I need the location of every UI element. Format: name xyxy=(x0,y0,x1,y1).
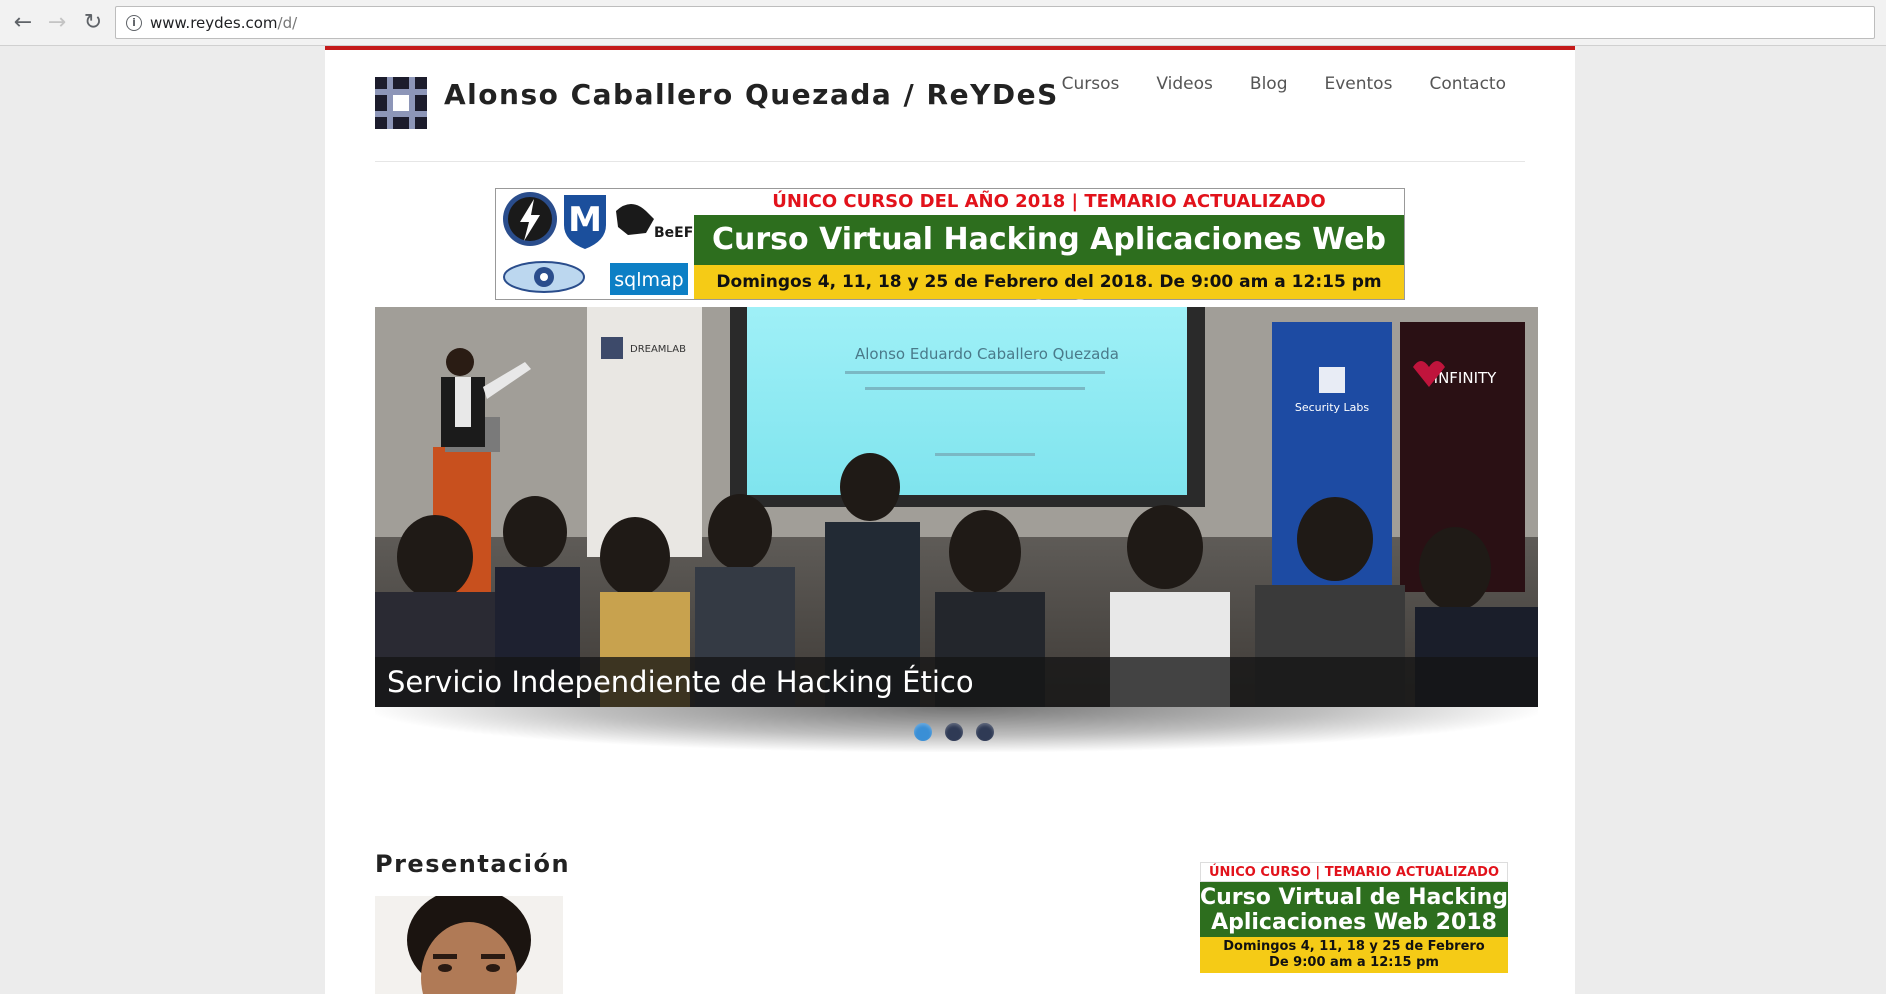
back-arrow-icon[interactable]: ← xyxy=(10,10,36,36)
reload-icon[interactable]: ↻ xyxy=(80,10,106,36)
menu-item-eventos[interactable]: Eventos xyxy=(1324,74,1392,94)
section-heading: Presentación xyxy=(375,850,571,878)
slider-pagination xyxy=(914,723,994,741)
main-menu: Cursos Videos Blog Eventos Contacto xyxy=(1062,74,1506,94)
menu-item-videos[interactable]: Videos xyxy=(1156,74,1213,94)
forward-arrow-icon[interactable]: → xyxy=(44,10,70,36)
hero-slider[interactable]: Alonso Eduardo Caballero Quezada DREAMLA… xyxy=(375,307,1538,707)
banner-title: Curso Virtual Hacking Aplicaciones Web 2… xyxy=(694,215,1404,307)
svg-text:BeEF: BeEF xyxy=(654,225,693,241)
slide-caption[interactable]: Servicio Independiente de Hacking Ético xyxy=(375,657,1538,707)
svg-text:Alonso Eduardo Caballero Queza: Alonso Eduardo Caballero Quezada xyxy=(855,345,1119,363)
svg-text:M: M xyxy=(568,200,602,240)
tool-logos-icon: M BeEF sqlmap xyxy=(503,192,693,295)
svg-text:sqlmap: sqlmap xyxy=(614,269,683,291)
menu-item-cursos[interactable]: Cursos xyxy=(1062,74,1120,94)
side-course-banner[interactable]: ÚNICO CURSO | TEMARIO ACTUALIZADO Curso … xyxy=(1200,862,1508,974)
course-banner[interactable]: M BeEF sqlmap ÚNICO CURSO DEL AÑO 2018 |… xyxy=(495,188,1405,307)
site-logo-icon[interactable] xyxy=(375,77,427,129)
banner-tool-logos: M BeEF sqlmap xyxy=(496,189,694,299)
banner-top-text: ÚNICO CURSO DEL AÑO 2018 | TEMARIO ACTUA… xyxy=(694,189,1404,215)
side-banner-dates: Domingos 4, 11, 18 y 25 de Febrero De 9:… xyxy=(1200,937,1508,973)
menu-item-contacto[interactable]: Contacto xyxy=(1429,74,1506,94)
menu-item-blog[interactable]: Blog xyxy=(1250,74,1288,94)
side-banner-title: Curso Virtual de Hacking Aplicaciones We… xyxy=(1200,882,1508,937)
page-container: Alonso Caballero Quezada / ReYDeS Cursos… xyxy=(325,46,1575,994)
side-banner-top: ÚNICO CURSO | TEMARIO ACTUALIZADO xyxy=(1200,862,1508,882)
slider-dot-1[interactable] xyxy=(914,723,932,741)
site-info-icon[interactable]: i xyxy=(126,15,142,31)
svg-text:INFINITY: INFINITY xyxy=(1434,369,1498,387)
browser-toolbar: ← → ↻ i www.reydes.com/d/ xyxy=(0,0,1886,46)
site-title[interactable]: Alonso Caballero Quezada / ReYDeS xyxy=(444,78,1059,111)
header-divider xyxy=(375,161,1525,162)
slider-dot-3[interactable] xyxy=(976,723,994,741)
banner-dates: Domingos 4, 11, 18 y 25 de Febrero del 2… xyxy=(694,265,1404,299)
slider-dot-2[interactable] xyxy=(945,723,963,741)
profile-photo xyxy=(375,896,563,994)
url-text: www.reydes.com/d/ xyxy=(150,14,298,32)
svg-text:DREAMLAB: DREAMLAB xyxy=(630,344,686,355)
address-bar[interactable]: i www.reydes.com/d/ xyxy=(115,6,1875,39)
svg-text:Security Labs: Security Labs xyxy=(1295,401,1370,414)
slide-image: Alonso Eduardo Caballero Quezada DREAMLA… xyxy=(375,307,1538,707)
